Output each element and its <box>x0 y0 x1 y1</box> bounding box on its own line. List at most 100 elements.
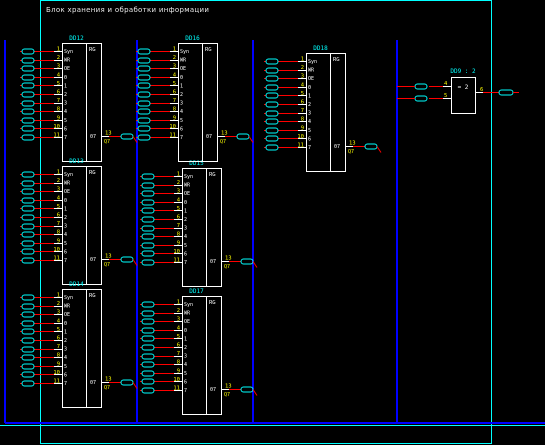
signal-connector-badge <box>141 344 155 351</box>
chip-pin-label: 3 <box>184 226 187 232</box>
chip-pin-label: 5 <box>64 241 67 247</box>
chip-output-tag: Q7 <box>224 392 230 398</box>
chip-type-label: RG <box>89 293 96 299</box>
signal-connector-badge <box>21 117 35 124</box>
signal-connector-badge <box>137 48 151 55</box>
chip-pin-label: OE <box>64 66 70 72</box>
output-connector-badge <box>364 143 378 150</box>
signal-connector-badge <box>141 387 155 394</box>
signal-connector-badge <box>21 57 35 64</box>
signal-connector-badge <box>137 57 151 64</box>
chip-pin-label: OE <box>64 312 70 318</box>
chip-pin-label: OE <box>64 189 70 195</box>
signal-connector-badge <box>141 242 155 249</box>
chip-pin-label: 3 <box>64 101 67 107</box>
chip-pin-label: 5 <box>180 118 183 124</box>
chip-output-pin-label: 07 <box>210 259 216 265</box>
chip-title: DD14 <box>69 281 84 288</box>
chip-pin-label: 7 <box>64 381 67 387</box>
chip-dd12: DD12RGSyn1WR2OE3041526374859610711 0713Q7 <box>20 35 138 162</box>
chip-output-tag: Q7 <box>104 262 110 268</box>
chip-pin-label: 4 <box>180 109 183 115</box>
chip-pin-label: 7 <box>64 258 67 264</box>
chip-dd16: DD16RGSyn1WR2OE3041526374859610711 0713Q7 <box>136 35 254 162</box>
chip-pin-label: 7 <box>64 135 67 141</box>
signal-connector-badge <box>21 214 35 221</box>
chip-output-pin-number: 13 <box>105 254 112 260</box>
signal-connector-badge <box>141 199 155 206</box>
signal-connector-badge <box>21 248 35 255</box>
chip-pin-label: 4 <box>184 362 187 368</box>
chip-pin-label: WR <box>180 58 187 64</box>
signal-connector-badge <box>141 361 155 368</box>
chip-dd14: DD14RGSyn1WR2OE3041526374859610711 0713Q7 <box>20 281 138 408</box>
signal-connector-badge <box>21 303 35 310</box>
chip-pin-label: Syn <box>184 302 193 308</box>
chip-pin-label: 4 <box>64 109 67 115</box>
chip-output-tag: Q7 <box>220 139 226 145</box>
signal-connector-badge <box>141 182 155 189</box>
chip-output-pin-label: 07 <box>206 134 212 140</box>
chip-pin-label: 4 <box>64 232 67 238</box>
chip-pin-label: 1 <box>64 83 67 89</box>
chip-pin-label: 5 <box>64 364 67 370</box>
signal-connector-badge <box>137 100 151 107</box>
signal-connector-badge <box>21 74 35 81</box>
signal-connector-badge <box>21 134 35 141</box>
chip-dd18: DD18RGSyn1WR2OE3041526374859610711 0713Q7 <box>264 45 382 172</box>
signal-connector-badge <box>141 250 155 257</box>
chip-output-pin-label: 07 <box>90 380 96 386</box>
signal-connector-badge <box>265 127 279 134</box>
chip-output-pin-number: 13 <box>225 256 232 262</box>
signal-connector-badge <box>21 231 35 238</box>
chip-pin-label: 3 <box>308 111 311 117</box>
signal-connector-badge <box>141 301 155 308</box>
signal-connector-badge <box>21 100 35 107</box>
signal-connector-badge <box>141 378 155 385</box>
chip-title: DD12 <box>69 35 84 42</box>
signal-connector-badge <box>21 48 35 55</box>
chip-output-pin-number: 13 <box>105 377 112 383</box>
output-connector-badge <box>120 379 134 386</box>
chip-output-pin-number: 13 <box>105 131 112 137</box>
chip-pin-label: 4 <box>184 234 187 240</box>
chip-output-pin-label: 07 <box>90 134 96 140</box>
signal-connector-badge <box>137 82 151 89</box>
chip-pin-label: 3 <box>180 101 183 107</box>
chip-pin-label: 5 <box>308 128 311 134</box>
signal-connector-badge <box>21 91 35 98</box>
signal-connector-badge <box>141 335 155 342</box>
chip-pin-label: 2 <box>64 215 67 221</box>
chip-output-pin-label: 07 <box>334 144 340 150</box>
chip-output-pin-number: 13 <box>221 131 228 137</box>
signal-connector-badge <box>21 337 35 344</box>
signal-connector-badge <box>21 240 35 247</box>
output-connector-badge <box>120 256 134 263</box>
chip-pin-label: Syn <box>64 172 73 178</box>
chip-pin-label: 4 <box>308 119 311 125</box>
schematic-diagram: DD12RGSyn1WR2OE3041526374859610711 0713Q7… <box>0 0 545 444</box>
chip-title: DD17 <box>189 288 204 295</box>
chip-pin-label: 2 <box>180 92 183 98</box>
chip-pin-label: 1 <box>180 83 183 89</box>
chip-pin-label: 6 <box>64 372 67 378</box>
signal-connector-badge <box>141 233 155 240</box>
signal-connector-badge <box>141 225 155 232</box>
signal-connector-badge <box>141 318 155 325</box>
chip-type-label: RG <box>89 170 96 176</box>
signal-connector-badge <box>137 125 151 132</box>
chip-pin-label: 4 <box>64 355 67 361</box>
chip-pin-label: WR <box>308 68 315 74</box>
chip-output-pin-label: 07 <box>90 257 96 263</box>
gate-input-connector-badge <box>414 83 428 90</box>
chip-pin-label: 7 <box>180 135 183 141</box>
gate-input-pin-number: 5 <box>444 93 447 99</box>
signal-connector-badge <box>265 58 279 65</box>
chip-pin-label: 0 <box>184 328 187 334</box>
gate-output-connector-badge <box>498 89 514 96</box>
gate-input-connector-badge <box>414 95 428 102</box>
chip-pin-label: 6 <box>184 251 187 257</box>
output-connector-badge <box>240 258 254 265</box>
chip-pin-label: 2 <box>308 102 311 108</box>
signal-connector-badge <box>21 320 35 327</box>
